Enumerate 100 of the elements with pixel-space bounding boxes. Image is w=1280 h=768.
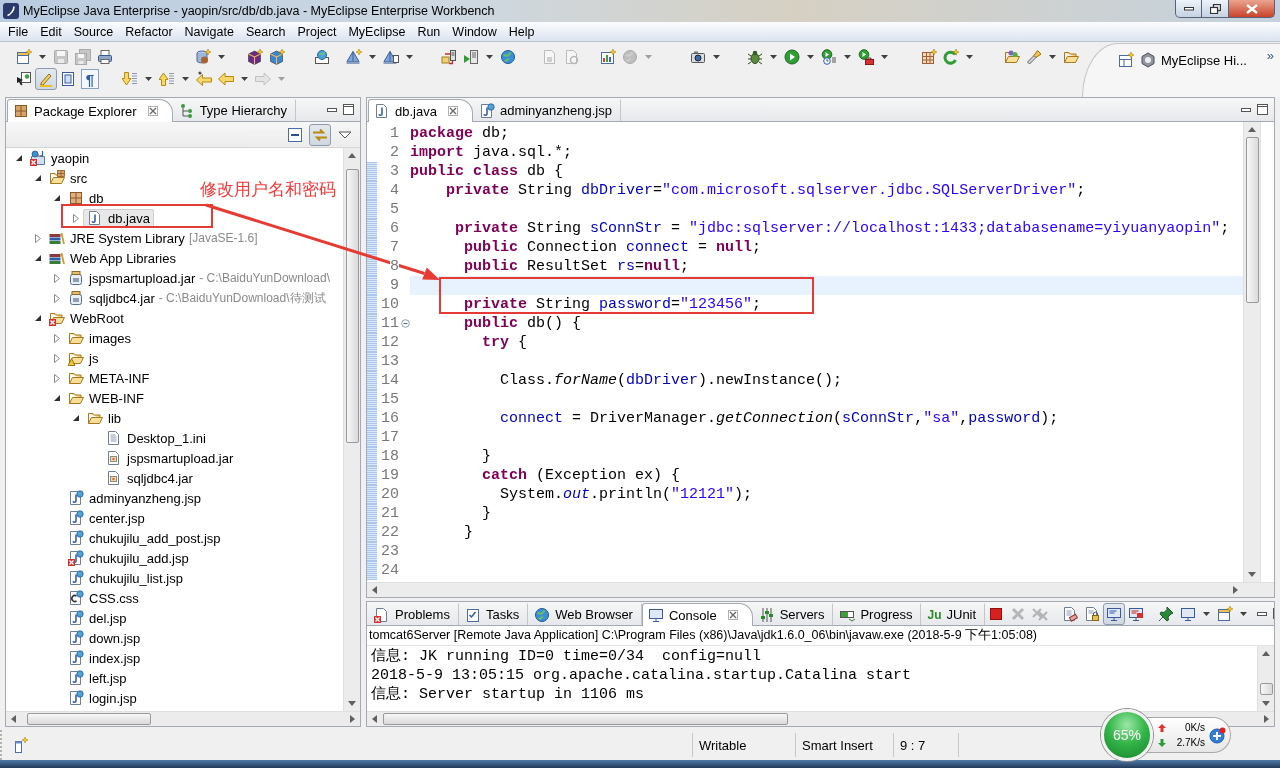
menu-item[interactable]: Run	[411, 24, 447, 39]
server-arrow-icon[interactable]	[441, 49, 457, 65]
cube-icon[interactable]	[247, 49, 263, 65]
tree-item[interactable]: center.jsp	[64, 508, 149, 528]
plus-icon[interactable]	[1209, 726, 1226, 744]
arrow-up-icon[interactable]	[159, 71, 175, 87]
tree-item[interactable]: sqljdbc4.jar - C:\BaiduYunDownload\待测试	[64, 288, 330, 308]
tree-item[interactable]: Desktop_1.ini	[102, 428, 210, 448]
menu-item[interactable]: Search	[239, 24, 292, 39]
tree-item[interactable]: lib	[83, 408, 125, 428]
expanded-arrow-icon[interactable]	[15, 154, 23, 162]
folder-icon[interactable]	[1063, 49, 1079, 65]
circular-arrow-icon[interactable]	[943, 49, 959, 65]
grid-icon[interactable]	[921, 49, 937, 65]
scroll-arrow-icon[interactable]	[1233, 586, 1238, 594]
tree-item[interactable]: WebRoot	[45, 308, 128, 328]
caret-icon[interactable]	[881, 55, 888, 59]
new-window-icon[interactable]	[1217, 605, 1234, 622]
tree-item[interactable]: index.jsp	[64, 648, 145, 668]
scrollbar-thumb[interactable]	[1259, 683, 1273, 695]
expanded-arrow-icon[interactable]	[53, 394, 61, 402]
tree-item[interactable]: left.jsp	[64, 668, 131, 688]
tree-item[interactable]: chukujilu_add.jsp	[64, 548, 193, 568]
caret-icon[interactable]	[1049, 55, 1056, 59]
scroll-arrow-icon[interactable]	[372, 586, 377, 594]
collapse-icon[interactable]	[401, 319, 410, 328]
tree-item[interactable]: db.java	[83, 208, 154, 228]
caret-icon[interactable]	[39, 55, 46, 59]
caret-icon[interactable]	[844, 55, 851, 59]
monitor-error-icon[interactable]	[1128, 605, 1145, 622]
caret-icon[interactable]	[182, 77, 189, 81]
play-toolbox-icon[interactable]	[858, 49, 874, 65]
toggle-button[interactable]	[309, 123, 331, 146]
tab[interactable]: Console	[641, 603, 753, 626]
pilcrow-button[interactable]: ¶	[81, 69, 99, 89]
expanded-arrow-icon[interactable]	[34, 254, 42, 262]
window-grid-icon[interactable]	[1118, 52, 1134, 68]
pyramid-icon[interactable]	[346, 49, 362, 65]
scroll-arrow-icon[interactable]	[348, 153, 356, 158]
close-button[interactable]	[1229, 0, 1275, 18]
tree-item[interactable]: chukujilu_list.jsp	[64, 568, 187, 588]
collapsed-arrow-icon[interactable]	[72, 213, 80, 223]
tab[interactable]: Problems	[368, 603, 459, 625]
tree-item[interactable]: yaopin	[26, 148, 94, 168]
tree-item[interactable]: images	[64, 328, 135, 348]
menu-item[interactable]: Refactor	[119, 24, 179, 39]
caret-icon[interactable]	[241, 77, 248, 81]
flashlight-icon[interactable]	[1026, 49, 1042, 65]
scrollbar-thumb[interactable]	[1245, 137, 1259, 303]
caret-icon[interactable]	[1240, 611, 1248, 616]
arrow-left-icon[interactable]	[218, 71, 234, 87]
tree-item[interactable]: adminyanzheng.jsp	[64, 488, 206, 508]
caret-icon[interactable]	[218, 55, 225, 59]
document-lock-icon[interactable]	[1084, 605, 1101, 622]
minimize-icon[interactable]	[1241, 107, 1251, 112]
caret-icon[interactable]	[713, 55, 720, 59]
scroll-arrow-icon[interactable]	[1262, 701, 1270, 706]
scroll-arrow-icon[interactable]	[11, 715, 16, 723]
toggle-button[interactable]	[35, 68, 57, 90]
frame-icon[interactable]	[60, 71, 76, 87]
server-play-icon[interactable]	[463, 49, 479, 65]
stop-icon[interactable]	[988, 605, 1005, 622]
window-sparkle-icon[interactable]	[14, 737, 28, 753]
globe-document-icon[interactable]	[314, 49, 330, 65]
menu-item[interactable]: MyEclipse	[342, 24, 412, 39]
tree-item[interactable]: CSS.css	[64, 588, 143, 608]
tree-item[interactable]: src	[45, 168, 92, 188]
close-icon[interactable]	[447, 106, 458, 116]
menu-item[interactable]: File	[2, 24, 35, 39]
tree-item[interactable]: Web App Libraries	[45, 248, 180, 268]
collapsed-arrow-icon[interactable]	[53, 333, 61, 343]
arrow-down-icon[interactable]	[122, 71, 138, 87]
tree-item[interactable]: JRE System Library [JavaSE-1.6]	[45, 228, 262, 248]
arrow-left-icon[interactable]	[196, 71, 212, 87]
printer-icon[interactable]	[97, 49, 113, 65]
toggle-button[interactable]	[1103, 602, 1126, 625]
scrollbar-thumb[interactable]	[383, 713, 788, 725]
caret-icon[interactable]	[369, 55, 376, 59]
tab[interactable]: Tasks	[458, 603, 529, 625]
minimize-icon[interactable]	[327, 107, 337, 112]
folder-icon[interactable]	[1004, 49, 1020, 65]
maximize-icon[interactable]	[1257, 104, 1268, 115]
menu-item[interactable]: Window	[446, 24, 503, 39]
play-clock-icon[interactable]	[821, 49, 837, 65]
horizontal-scrollbar[interactable]	[367, 582, 1243, 597]
expanded-arrow-icon[interactable]	[72, 414, 80, 422]
tree-item[interactable]: del.jsp	[64, 608, 131, 628]
tab[interactable]: Type Hierarchy	[172, 99, 297, 121]
minimize-icon[interactable]	[1257, 611, 1268, 616]
pyramid-document-icon[interactable]	[383, 49, 399, 65]
tree-item[interactable]: login.jsp	[64, 688, 141, 708]
menu-item[interactable]: Source	[67, 24, 120, 39]
vertical-scrollbar[interactable]	[343, 148, 360, 711]
camera-icon[interactable]	[690, 49, 706, 65]
menu-item[interactable]: Help	[502, 24, 541, 39]
pin-icon[interactable]	[1158, 605, 1175, 622]
tab[interactable]: Progress	[833, 603, 922, 625]
menu-item[interactable]: Project	[291, 24, 343, 39]
tab[interactable]: Servers	[752, 603, 834, 625]
scroll-arrow-icon[interactable]	[348, 701, 356, 706]
